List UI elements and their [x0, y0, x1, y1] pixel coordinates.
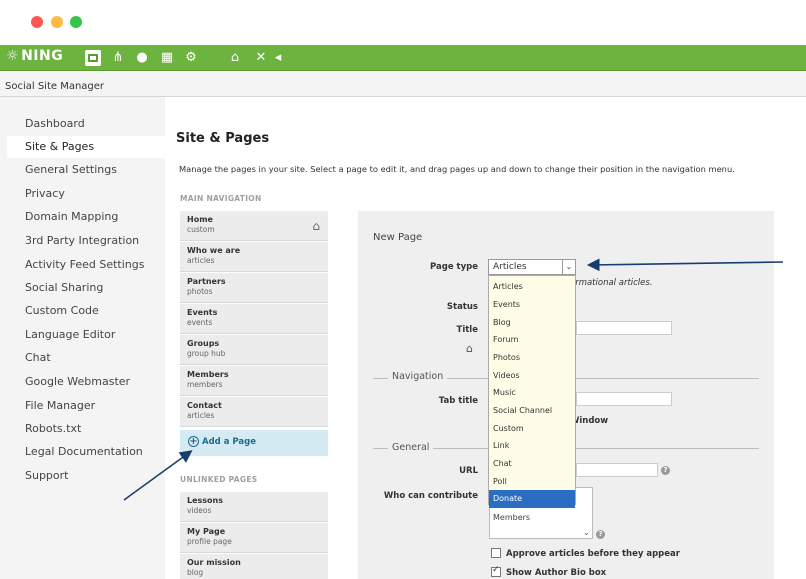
unlinked-item-my-page[interactable]: My Page profile page — [180, 523, 328, 553]
tab-title-label: Tab title — [438, 396, 478, 406]
page-type-select[interactable]: Articles ⌄ — [488, 259, 576, 275]
nav-item-home[interactable]: Home custom ⌂ — [180, 211, 328, 241]
status-label: Status — [446, 302, 478, 312]
author-bio-label: Show Author Bio box — [506, 568, 607, 578]
chevron-down-icon[interactable]: ⌄ — [562, 260, 575, 274]
general-legend: General — [388, 442, 434, 453]
option-photos[interactable]: Photos — [489, 349, 575, 367]
page-type-helper-text: ormational articles. — [570, 278, 653, 288]
title-input[interactable] — [576, 321, 672, 335]
option-events[interactable]: Events — [489, 296, 575, 314]
chevron-down-icon[interactable]: ⌄ — [583, 528, 590, 537]
page-title: Site & Pages — [176, 131, 270, 146]
home-icon[interactable]: ⌂ — [466, 342, 473, 355]
home-icon: ⌂ — [312, 219, 320, 233]
contribute-label: Who can contribute — [383, 491, 478, 501]
page-type-dropdown: Articles Events Blog Forum Photos Videos… — [488, 275, 576, 508]
sidebar-item-google-webmaster[interactable]: Google Webmaster — [7, 371, 165, 393]
option-blog[interactable]: Blog — [489, 314, 575, 332]
nav-item-members[interactable]: Members members — [180, 366, 328, 396]
contribute-option[interactable]: Members — [493, 513, 530, 522]
tools-icon[interactable]: ✕ — [253, 50, 269, 66]
title-label: Title — [456, 325, 478, 335]
option-poll[interactable]: Poll — [489, 473, 575, 491]
sidebar-item-chat[interactable]: Chat — [7, 347, 165, 369]
tree-icon[interactable]: ⋔ — [110, 50, 126, 66]
header-title: Social Site Manager — [5, 81, 105, 92]
nav-item-who-we-are[interactable]: Who we are articles — [180, 242, 328, 272]
sidebar-item-robots[interactable]: Robots.txt — [7, 418, 165, 440]
sidebar-item-general-settings[interactable]: General Settings — [7, 159, 165, 181]
sidebar: Dashboard Site & Pages General Settings … — [0, 97, 165, 579]
option-social-channel[interactable]: Social Channel — [489, 402, 575, 420]
option-forum[interactable]: Forum — [489, 331, 575, 349]
option-music[interactable]: Music — [489, 384, 575, 402]
add-page-button[interactable]: + Add a Page — [180, 430, 328, 456]
sidebar-item-custom-code[interactable]: Custom Code — [7, 300, 165, 322]
sidebar-item-privacy[interactable]: Privacy — [7, 183, 165, 205]
option-videos[interactable]: Videos — [489, 367, 575, 385]
ning-sun-icon: ☼ — [6, 48, 20, 64]
main-content: Site & Pages Manage the pages in your si… — [165, 112, 791, 579]
minimize-window-button[interactable] — [51, 16, 63, 28]
sidebar-item-site-pages[interactable]: Site & Pages — [7, 136, 165, 158]
sidebar-item-dashboard[interactable]: Dashboard — [7, 113, 165, 135]
author-bio-checkbox[interactable] — [491, 565, 501, 577]
page-description: Manage the pages in your site. Select a … — [179, 164, 735, 174]
panel-title: New Page — [373, 232, 423, 243]
sidebar-item-third-party[interactable]: 3rd Party Integration — [7, 230, 165, 252]
page-header: Social Site Manager — [0, 72, 806, 97]
url-input[interactable] — [576, 463, 658, 477]
sidebar-item-domain-mapping[interactable]: Domain Mapping — [7, 206, 165, 228]
nav-item-events[interactable]: Events events — [180, 304, 328, 334]
sidebar-item-activity-feed[interactable]: Activity Feed Settings — [7, 254, 165, 276]
nav-item-groups[interactable]: Groups group hub — [180, 335, 328, 365]
help-icon[interactable]: ? — [596, 530, 605, 539]
sidebar-item-language-editor[interactable]: Language Editor — [7, 324, 165, 346]
window-chrome — [0, 0, 806, 45]
approve-label: Approve articles before they appear — [506, 549, 680, 559]
nav-item-partners[interactable]: Partners photos — [180, 273, 328, 303]
sidebar-item-legal[interactable]: Legal Documentation — [7, 441, 165, 463]
unlinked-pages-label: UNLINKED PAGES — [180, 475, 258, 484]
page-type-label: Page type — [430, 262, 478, 272]
close-window-button[interactable] — [31, 16, 43, 28]
help-icon[interactable]: ? — [661, 466, 670, 475]
ning-toolbar: ☼ NING ⋔ ● ▦ ⚙ ⌂ ✕ ◂ — [0, 45, 806, 71]
home-icon[interactable]: ⌂ — [227, 50, 243, 66]
option-articles[interactable]: Articles — [489, 278, 575, 296]
main-navigation-label: MAIN NAVIGATION — [180, 194, 262, 203]
caret-left-icon[interactable]: ◂ — [273, 50, 283, 66]
approve-checkbox[interactable] — [491, 548, 501, 558]
gear-icon[interactable]: ⚙ — [183, 50, 199, 66]
option-chat[interactable]: Chat — [489, 455, 575, 473]
tab-title-input[interactable] — [576, 392, 672, 406]
unlinked-item-lessons[interactable]: Lessons videos — [180, 492, 328, 522]
option-custom[interactable]: Custom — [489, 420, 575, 438]
window-icon[interactable] — [85, 50, 101, 66]
new-page-panel: New Page Page type Articles ⌄ ormational… — [358, 211, 774, 579]
navigation-legend: Navigation — [388, 371, 448, 382]
maximize-window-button[interactable] — [70, 16, 82, 28]
option-link[interactable]: Link — [489, 437, 575, 455]
plus-circle-icon: + — [188, 436, 199, 447]
sidebar-item-file-manager[interactable]: File Manager — [7, 395, 165, 417]
sidebar-item-social-sharing[interactable]: Social Sharing — [7, 277, 165, 299]
sidebar-item-support[interactable]: Support — [7, 465, 165, 487]
unlinked-item-our-mission[interactable]: Our mission blog — [180, 554, 328, 579]
option-donate[interactable]: Donate — [489, 490, 575, 508]
grid-icon[interactable]: ▦ — [159, 50, 175, 66]
url-label: URL — [459, 466, 478, 476]
nav-item-contact[interactable]: Contact articles — [180, 397, 328, 427]
ning-logo[interactable]: ☼ NING — [6, 48, 63, 64]
user-icon[interactable]: ● — [134, 50, 150, 66]
